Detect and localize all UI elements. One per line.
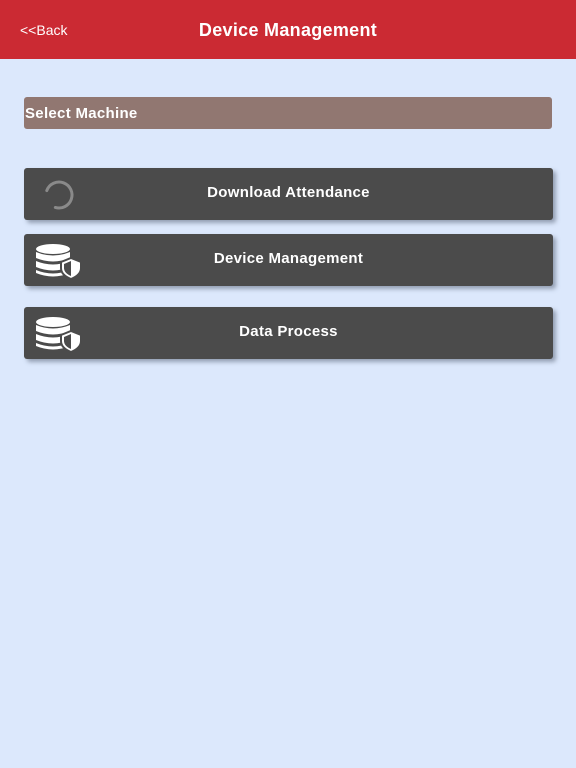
download-attendance-label: Download Attendance [207,184,370,201]
device-management-button[interactable]: Device Management [24,234,553,286]
data-process-button[interactable]: Data Process [24,307,553,359]
page-title: Device Management [198,20,378,40]
data-process-label: Data Process [239,323,338,340]
device-management-label: Device Management [213,250,364,267]
app-header: <<Back Device Management [0,0,576,59]
download-attendance-button[interactable]: Download Attendance [24,168,553,220]
select-machine-dropdown[interactable]: Select Machine [24,97,552,129]
select-machine-label: Select Machine [25,105,138,122]
